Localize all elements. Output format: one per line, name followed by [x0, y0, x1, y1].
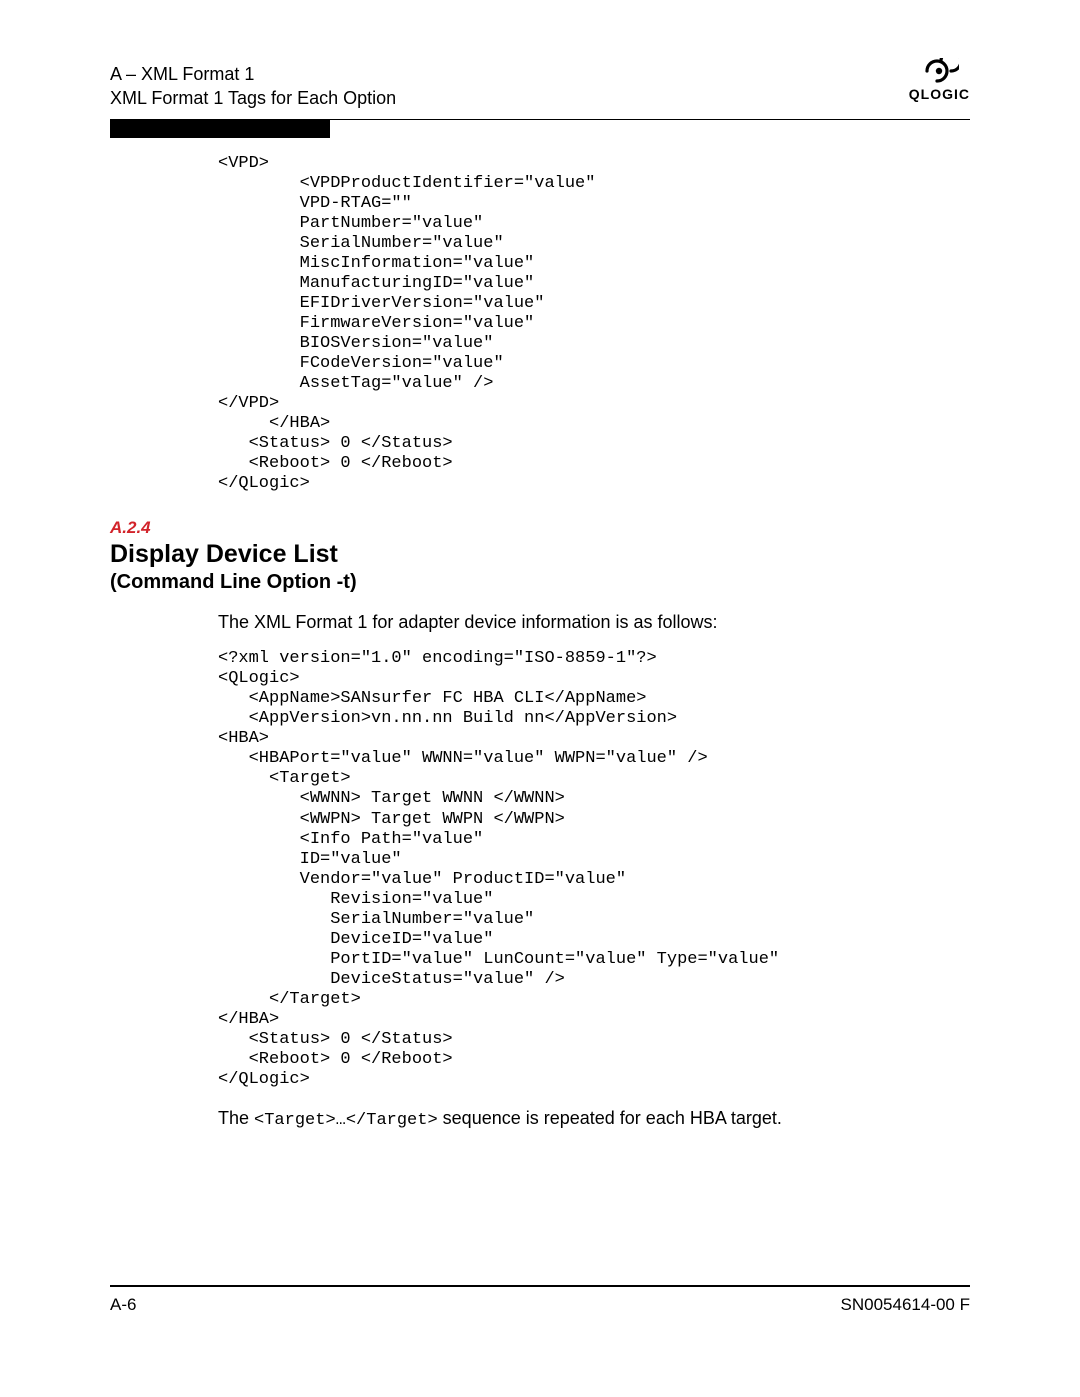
section-title: Display Device List — [110, 540, 970, 569]
section-subtitle: (Command Line Option -t) — [110, 571, 970, 594]
header-line1: A – XML Format 1 — [110, 62, 396, 86]
header-line2: XML Format 1 Tags for Each Option — [110, 86, 396, 110]
page-footer: A-6 SN0054614-00 F — [110, 1285, 970, 1315]
footer-doc-id: SN0054614-00 F — [841, 1295, 970, 1315]
body-intro-text: The XML Format 1 for adapter device info… — [218, 612, 970, 633]
qlogic-logo-icon — [919, 58, 959, 84]
page-header: A – XML Format 1 XML Format 1 Tags for E… — [110, 62, 970, 120]
code-block-vpd: <VPD> <VPDProductIdentifier="value" VPD-… — [218, 154, 970, 495]
content-area: <VPD> <VPDProductIdentifier="value" VPD-… — [218, 154, 970, 495]
footer-page-number: A-6 — [110, 1295, 136, 1315]
section-header-block: A.2.4 Display Device List (Command Line … — [110, 518, 970, 594]
header-text-block: A – XML Format 1 XML Format 1 Tags for E… — [110, 62, 396, 111]
body-note-text: The <Target>…</Target> sequence is repea… — [218, 1108, 970, 1130]
header-black-bar — [110, 120, 330, 138]
page: A – XML Format 1 XML Format 1 Tags for E… — [0, 0, 1080, 1397]
body-note-mono: <Target>…</Target> — [254, 1111, 438, 1130]
body-note-post: sequence is repeated for each HBA target… — [438, 1108, 782, 1128]
content-area-2: The XML Format 1 for adapter device info… — [218, 612, 970, 1130]
code-block-devicelist: <?xml version="1.0" encoding="ISO-8859-1… — [218, 649, 970, 1090]
section-number: A.2.4 — [110, 518, 970, 538]
qlogic-logo-text: QLOGIC — [909, 86, 970, 102]
qlogic-logo: QLOGIC — [909, 58, 970, 102]
body-note-pre: The — [218, 1108, 254, 1128]
